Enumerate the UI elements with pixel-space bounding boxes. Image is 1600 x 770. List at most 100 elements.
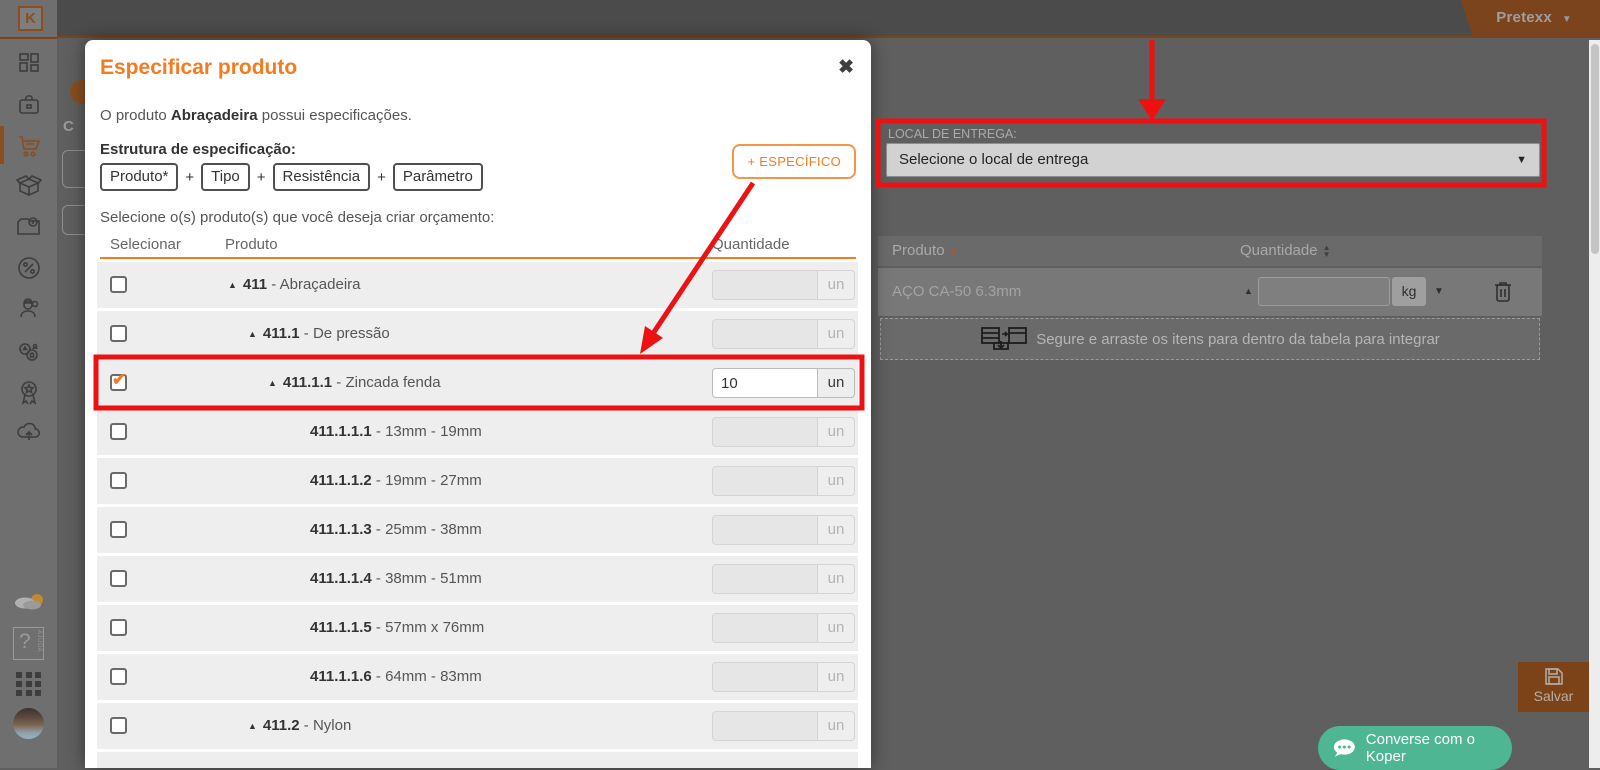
tag-produto: Produto* — [100, 163, 178, 191]
product-name: - Abraçadeira — [267, 276, 360, 293]
collapse-caret-icon[interactable]: ▲ — [248, 721, 257, 731]
app-logo[interactable]: K — [18, 6, 43, 31]
product-name: - 13mm - 19mm — [372, 423, 482, 440]
quantity-input[interactable] — [712, 319, 818, 349]
quantity-input[interactable] — [712, 564, 818, 594]
column-quantidade: Quantidade — [712, 236, 790, 253]
cloud-upload-icon[interactable] — [0, 417, 57, 447]
sort-icon: ▲▼ — [1323, 244, 1331, 258]
check-icon: ✔ — [112, 370, 126, 390]
app-root: Pretexx ▼ K — [0, 0, 1600, 768]
structure-tags: Produto* + Tipo + Resistência + Parâmetr… — [100, 163, 483, 191]
trash-icon[interactable] — [1492, 279, 1514, 309]
weather-icon[interactable] — [12, 588, 46, 619]
award-icon[interactable] — [0, 378, 57, 408]
row-checkbox[interactable]: ✔ — [110, 570, 127, 587]
quantity-input[interactable] — [712, 466, 818, 496]
row-checkbox[interactable]: ✔ — [110, 276, 127, 293]
package-icon[interactable] — [0, 172, 57, 202]
suppliers-icon[interactable] — [0, 338, 57, 368]
product-code: 411.1.1.1 — [310, 423, 372, 440]
account-name: Pretexx — [1496, 9, 1552, 26]
product-code: 411.1.1.6 — [310, 668, 372, 685]
quantity-input[interactable] — [712, 711, 818, 741]
worker-icon[interactable] — [0, 294, 57, 324]
column-selecionar: Selecionar — [110, 236, 181, 253]
partial-row — [97, 752, 858, 768]
product-code: 411.1.1.4 — [310, 570, 372, 587]
product-name: - 25mm - 38mm — [372, 521, 482, 538]
product-code: 411.1.1.3 — [310, 521, 372, 538]
folder-money-icon[interactable] — [0, 212, 57, 242]
row-checkbox[interactable]: ✔ — [110, 619, 127, 636]
avatar[interactable] — [13, 708, 44, 739]
product-name: - 57mm x 76mm — [372, 619, 485, 636]
product-row: ✔ ▲411.2 - Nylon un — [97, 703, 858, 749]
unit-select[interactable]: kg — [1392, 277, 1426, 306]
percent-icon[interactable] — [0, 253, 57, 283]
row-checkbox[interactable]: ✔ — [110, 423, 127, 440]
collapse-caret-icon[interactable]: ▲ — [248, 329, 257, 339]
structure-label: Estrutura de especificação: — [100, 141, 296, 158]
apps-grid-icon[interactable] — [16, 672, 42, 696]
save-label: Salvar — [1518, 688, 1589, 704]
delivery-location-select[interactable]: Selecione o local de entrega ▼ — [886, 143, 1540, 177]
cart-icon[interactable] — [0, 131, 57, 161]
row-checkbox[interactable]: ✔ — [110, 668, 127, 685]
unit-label: un — [818, 564, 855, 594]
product-name: - 19mm - 27mm — [372, 472, 482, 489]
account-menu[interactable]: Pretexx ▼ — [1447, 0, 1600, 38]
collapse-caret-icon[interactable]: ▲ — [1244, 286, 1253, 296]
help-icon[interactable]: ? AJUDA — [13, 627, 44, 660]
unit-label: un — [818, 270, 855, 300]
dashboard-icon[interactable] — [0, 48, 57, 78]
quantity-input[interactable] — [1258, 277, 1390, 306]
collapse-caret-icon[interactable]: ▲ — [268, 378, 277, 388]
scrollbar[interactable] — [1589, 40, 1600, 768]
unit-label: un — [818, 662, 855, 692]
row-checkbox[interactable]: ✔ — [110, 521, 127, 538]
row-checkbox[interactable]: ✔ — [110, 374, 127, 391]
column-quantidade[interactable]: Quantidade▲▼ — [1240, 242, 1331, 259]
unit-label: un — [818, 368, 855, 398]
product-row: ✔ ▲ 411 - Abraçadeira un — [97, 262, 858, 308]
chevron-down-icon[interactable]: ▼ — [1434, 286, 1444, 297]
briefcase-icon[interactable] — [0, 90, 57, 120]
quantity-input[interactable] — [712, 613, 818, 643]
row-checkbox[interactable]: ✔ — [110, 472, 127, 489]
quantity-input[interactable] — [712, 515, 818, 545]
specific-button[interactable]: + ESPECÍFICO — [732, 144, 856, 179]
row-checkbox[interactable]: ✔ — [110, 325, 127, 342]
product-row: ✔ 411.1.1.5 - 57mm x 76mm un — [97, 605, 858, 651]
header-rule — [100, 257, 856, 259]
collapse-caret-icon[interactable]: ▲ — [228, 280, 237, 290]
product-code: 411.1 — [263, 325, 300, 342]
row-checkbox[interactable]: ✔ — [110, 717, 127, 734]
quantity-input[interactable] — [712, 662, 818, 692]
quantity-input[interactable] — [712, 417, 818, 447]
product-name: - De pressão — [300, 325, 390, 342]
product-code: 411 — [243, 276, 267, 293]
product-name: - Nylon — [300, 717, 352, 734]
product-name: AÇO CA-50 6.3mm — [892, 283, 1021, 300]
close-icon[interactable]: ✖ — [838, 56, 854, 79]
product-code: 411.1.1.2 — [310, 472, 372, 489]
drag-drop-hint: Segure e arraste os itens para dentro da… — [880, 318, 1540, 360]
chat-bubble-icon — [1332, 738, 1357, 758]
chat-button[interactable]: Converse com o Koper — [1318, 726, 1512, 770]
sidebar: K — [0, 0, 57, 768]
quantity-input[interactable] — [712, 270, 818, 300]
chevron-down-icon: ▼ — [1562, 14, 1572, 25]
column-produto[interactable]: Produto▲ — [892, 242, 957, 259]
select-hint: Selecione o(s) produto(s) que você desej… — [100, 209, 494, 226]
product-row: ✔ 411.1.1.4 - 38mm - 51mm un — [97, 556, 858, 602]
product-row: ✔ ▲411.1 - De pressão un — [97, 311, 858, 357]
product-highlight: Abraçadeira — [171, 107, 258, 124]
product-code: 411.1.1.5 — [310, 619, 372, 636]
quantity-input[interactable] — [712, 368, 818, 398]
product-code: 411.1.1 — [283, 374, 332, 391]
scrollbar-thumb[interactable] — [1591, 44, 1599, 254]
tag-resistencia: Resistência — [273, 163, 371, 191]
save-button[interactable]: Salvar — [1518, 662, 1589, 712]
product-row: ✔ 411.1.1.6 - 64mm - 83mm un — [97, 654, 858, 700]
